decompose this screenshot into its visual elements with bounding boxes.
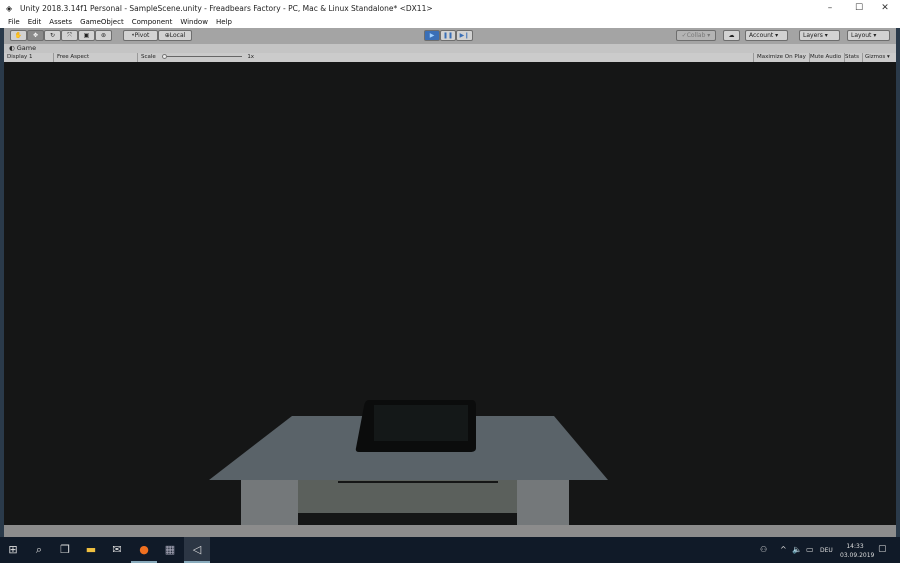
mail-icon[interactable]: ✉: [104, 537, 130, 563]
transform-tool-icon[interactable]: ⊛: [95, 30, 112, 41]
unity-taskbar-icon[interactable]: ◁: [184, 537, 210, 563]
menu-gameobject[interactable]: GameObject: [80, 18, 124, 26]
network-icon[interactable]: ▭: [806, 545, 814, 554]
task-view-icon[interactable]: ❐: [52, 537, 78, 563]
pivot-button[interactable]: ⁌Pivot: [123, 30, 158, 41]
hand-tool-icon[interactable]: ✋: [10, 30, 27, 41]
tablet-screen: [374, 405, 468, 441]
close-icon[interactable]: ✕: [871, 0, 899, 16]
menu-window[interactable]: Window: [180, 18, 208, 26]
game-tab[interactable]: ◐ Game: [4, 44, 896, 53]
people-icon[interactable]: ⚇: [760, 545, 767, 554]
notifications-icon[interactable]: ▢: [878, 544, 887, 554]
menu-assets[interactable]: Assets: [49, 18, 72, 26]
menu-help[interactable]: Help: [216, 18, 232, 26]
search-icon[interactable]: ⌕: [26, 537, 52, 563]
language-indicator[interactable]: DEU: [820, 547, 833, 554]
move-tool-icon[interactable]: ✥: [27, 30, 44, 41]
unity-logo-icon: ◈: [6, 3, 13, 13]
menu-edit[interactable]: Edit: [28, 18, 42, 26]
app-icon[interactable]: ▦: [157, 537, 183, 563]
game-icon: ◐: [9, 44, 17, 52]
clock[interactable]: 14:33 03.09.2019: [840, 542, 874, 560]
local-button[interactable]: ⊕Local: [158, 30, 192, 41]
step-button[interactable]: ▶❙: [456, 30, 473, 41]
table-apron: [298, 480, 517, 513]
layers-dropdown[interactable]: Layers ▾: [799, 30, 840, 41]
mute-audio-toggle[interactable]: Mute Audio: [807, 53, 846, 62]
game-toolbar: Display 1 Free Aspect Scale 1x Maximize …: [4, 53, 896, 62]
menu-file[interactable]: File: [8, 18, 20, 26]
rotate-tool-icon[interactable]: ↻: [44, 30, 61, 41]
windows-start-icon[interactable]: ⊞: [0, 537, 26, 563]
maximize-on-play-toggle[interactable]: Maximize On Play: [753, 53, 810, 62]
display-dropdown[interactable]: Display 1: [4, 53, 54, 62]
file-explorer-icon[interactable]: ▬: [78, 537, 104, 563]
aspect-dropdown[interactable]: Free Aspect: [54, 53, 138, 62]
scene-render: [209, 400, 608, 525]
window-title: Unity 2018.3.14f1 Personal - SampleScene…: [20, 3, 433, 13]
collab-button[interactable]: ✓Collab ▾: [676, 30, 716, 41]
tray-chevron-icon[interactable]: ^: [780, 545, 787, 554]
firefox-icon[interactable]: ●: [131, 537, 157, 563]
play-button[interactable]: ▶: [424, 30, 440, 41]
menu-bar: File Edit Assets GameObject Component Wi…: [0, 16, 900, 28]
maximize-icon[interactable]: ☐: [845, 0, 873, 16]
account-dropdown[interactable]: Account ▾: [745, 30, 788, 41]
taskbar: ⊞ ⌕ ❐ ▬ ✉ ● ▦ ◁ ⚇ ^ 🔈 ▭ DEU 14:33 03.09.…: [0, 537, 900, 563]
apron-shadow: [338, 481, 498, 483]
title-bar: ◈ Unity 2018.3.14f1 Personal - SampleSce…: [0, 0, 900, 16]
stats-toggle[interactable]: Stats: [842, 53, 864, 62]
table-leg-right: [517, 479, 569, 525]
rect-tool-icon[interactable]: ▣: [78, 30, 95, 41]
pause-button[interactable]: ❚❚: [440, 30, 456, 41]
menu-component[interactable]: Component: [132, 18, 173, 26]
scale-slider[interactable]: Scale 1x: [138, 53, 258, 62]
slider-handle[interactable]: [161, 54, 167, 59]
gizmos-dropdown[interactable]: Gizmos ▾: [862, 53, 893, 62]
layout-dropdown[interactable]: Layout ▾: [847, 30, 890, 41]
game-view[interactable]: [4, 62, 896, 525]
cloud-icon[interactable]: ☁: [723, 30, 740, 41]
toolbar: ✋ ✥ ↻ ⤧ ▣ ⊛ ⁌Pivot ⊕Local ▶ ❚❚ ▶❙ ✓Colla…: [4, 28, 896, 44]
minimize-icon[interactable]: –: [816, 0, 844, 16]
table-leg-left: [241, 479, 298, 525]
status-bar: [4, 525, 896, 537]
table-gap: [338, 513, 498, 525]
scale-tool-icon[interactable]: ⤧: [61, 30, 78, 41]
volume-icon[interactable]: 🔈: [792, 545, 802, 554]
